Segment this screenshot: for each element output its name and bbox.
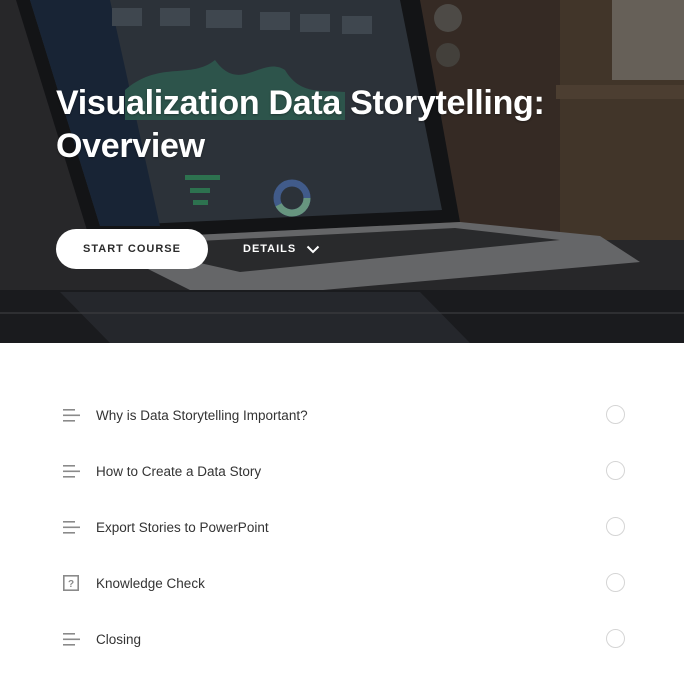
question-box-icon: ?	[62, 574, 80, 592]
lesson-status-indicator	[606, 405, 625, 424]
details-toggle[interactable]: DETAILS	[243, 238, 320, 260]
hero-background-image	[0, 0, 684, 343]
text-lines-icon	[62, 406, 80, 424]
lesson-title: Export Stories to PowerPoint	[96, 519, 269, 535]
lesson-title: Closing	[96, 631, 142, 647]
text-lines-icon	[62, 518, 80, 536]
chevron-down-icon	[307, 245, 320, 253]
lesson-item[interactable]: Export Stories to PowerPoint	[0, 499, 684, 555]
start-course-button[interactable]: START COURSE	[56, 229, 208, 269]
course-hero: Visualization Data Storytelling: Overvie…	[0, 0, 684, 343]
lesson-status-indicator	[606, 517, 625, 536]
text-lines-icon	[62, 630, 80, 648]
lesson-item[interactable]: Closing	[0, 611, 684, 667]
svg-text:?: ?	[68, 579, 74, 590]
lesson-status-indicator	[606, 629, 625, 648]
lesson-title: How to Create a Data Story	[96, 463, 262, 479]
text-lines-icon	[62, 462, 80, 480]
lesson-item[interactable]: How to Create a Data Story	[0, 443, 684, 499]
lesson-status-indicator	[606, 461, 625, 480]
lesson-title: Knowledge Check	[96, 575, 205, 591]
lesson-status-indicator	[606, 573, 625, 592]
lesson-title: Why is Data Storytelling Important?	[96, 407, 308, 423]
lesson-item[interactable]: Why is Data Storytelling Important?	[0, 387, 684, 443]
lesson-item[interactable]: ? Knowledge Check	[0, 555, 684, 611]
lesson-list: Why is Data Storytelling Important? How …	[0, 387, 684, 667]
course-title: Visualization Data Storytelling: Overvie…	[56, 84, 545, 165]
details-label: DETAILS	[243, 243, 297, 255]
